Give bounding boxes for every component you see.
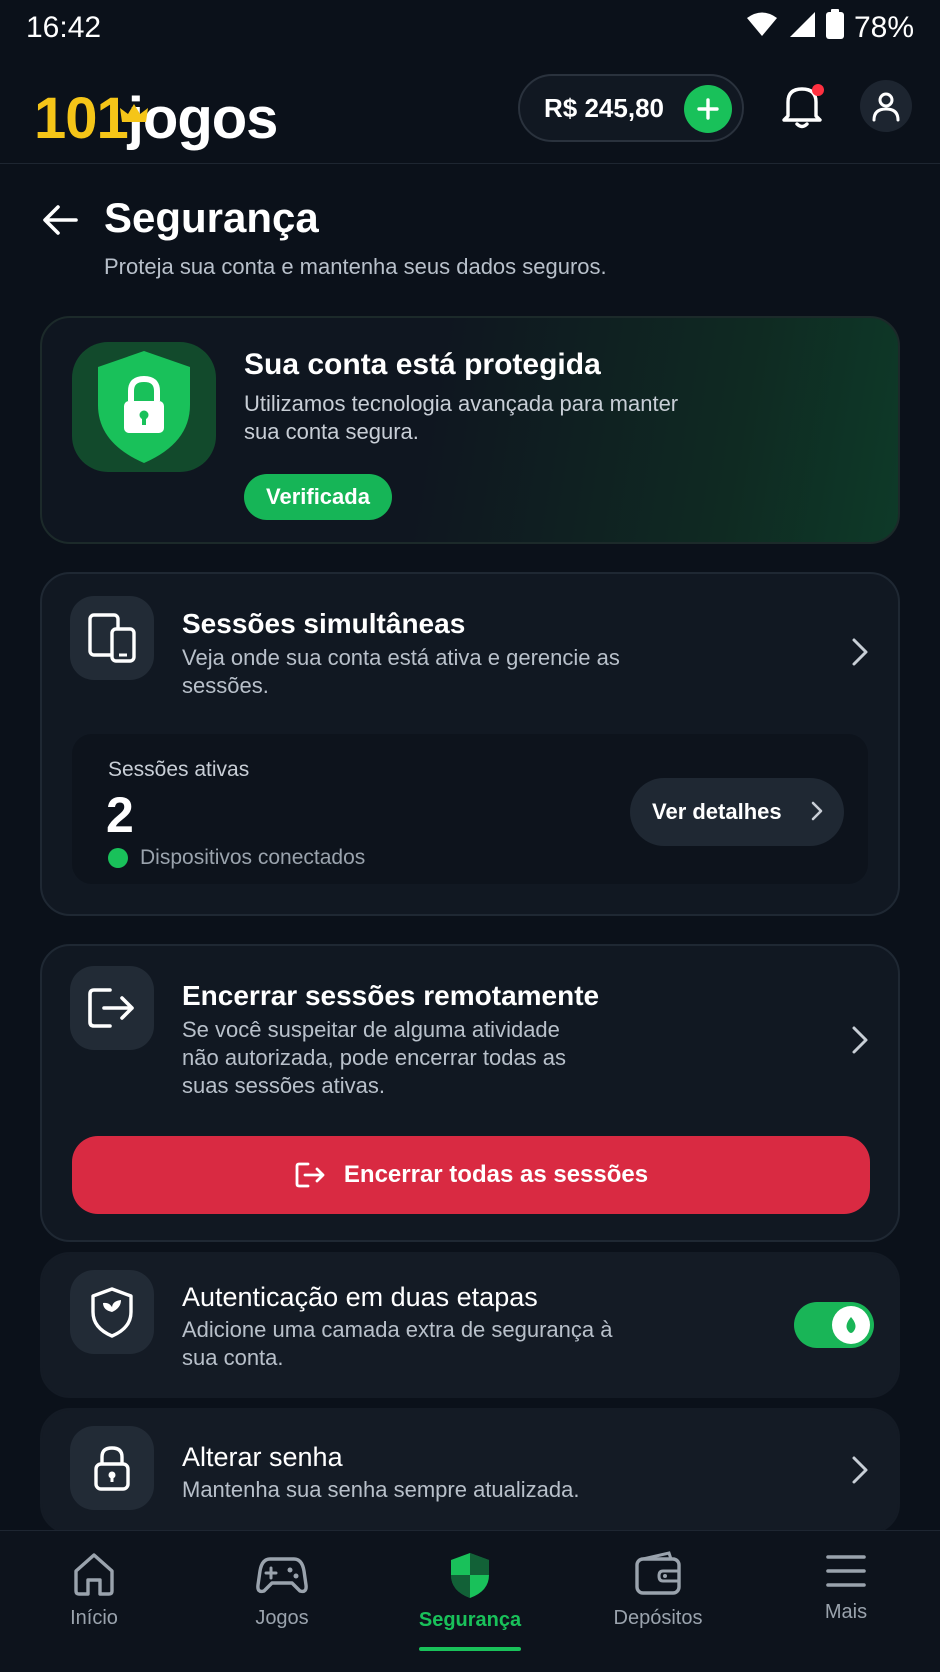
- end-all-sessions-label: Encerrar todas as sessões: [343, 1161, 649, 1188]
- chevron-right-icon: [852, 1456, 868, 1484]
- devices-icon-box: [70, 596, 154, 680]
- two-factor-toggle[interactable]: [794, 1302, 874, 1348]
- protection-status-card: Sua conta está protegida Utilizamos tecn…: [40, 316, 900, 544]
- chevron-right-icon: [852, 638, 868, 666]
- app-header: 101 jogos R$ 245,80: [0, 56, 940, 164]
- active-indicator: [419, 1647, 521, 1651]
- profile-button[interactable]: [860, 80, 912, 132]
- protection-title: Sua conta está protegida: [244, 348, 601, 381]
- arrow-left-icon: [43, 205, 78, 235]
- add-funds-button[interactable]: [684, 85, 732, 133]
- logout-icon: [295, 1162, 325, 1188]
- signal-icon: [788, 10, 816, 46]
- shield-icon-box: [70, 1270, 154, 1354]
- connected-status: Dispositivos conectados: [108, 846, 365, 870]
- lock-icon: [94, 1446, 130, 1491]
- status-bar: 16:42 78%: [0, 0, 940, 56]
- active-sessions-panel: Sessões ativas 2 Dispositivos conectados…: [72, 734, 868, 884]
- crown-icon: [120, 76, 148, 134]
- nav-label: Segurança: [418, 1609, 522, 1631]
- verified-badge: Verificada: [244, 474, 392, 520]
- logout-icon-box: [70, 966, 154, 1050]
- notifications-button[interactable]: [780, 82, 828, 134]
- remote-logout-card[interactable]: Encerrar sessões remotamente Se você sus…: [40, 944, 900, 1242]
- change-password-title: Alterar senha: [182, 1442, 343, 1472]
- battery-icon: [825, 9, 844, 47]
- shield-icon: [451, 1553, 489, 1598]
- leaf-icon: [846, 1317, 856, 1333]
- status-time: 16:42: [26, 11, 102, 44]
- devices-icon: [88, 613, 136, 663]
- toggle-knob: [832, 1306, 870, 1344]
- logout-icon: [88, 988, 134, 1028]
- nav-label: Início: [70, 1607, 118, 1629]
- gamepad-icon: [256, 1557, 308, 1594]
- balance-pill[interactable]: R$ 245,80: [518, 74, 744, 142]
- two-factor-card: Autenticação em duas etapas Adicione uma…: [40, 1252, 900, 1398]
- menu-icon: [826, 1555, 866, 1587]
- chevron-right-icon: [811, 801, 823, 821]
- back-button[interactable]: [40, 200, 84, 244]
- nav-label: Jogos: [255, 1607, 309, 1629]
- view-details-button[interactable]: Ver detalhes: [630, 778, 844, 846]
- lock-icon-box: [70, 1426, 154, 1510]
- shield-badge: [72, 342, 216, 472]
- sessions-card[interactable]: Sessões simultâneas Veja onde sua conta …: [40, 572, 900, 916]
- shield-lock-icon: [98, 351, 190, 463]
- nav-label: Depósitos: [613, 1607, 703, 1629]
- change-password-card[interactable]: Alterar senha Mantenha sua senha sempre …: [40, 1408, 900, 1534]
- change-password-description: Mantenha sua senha sempre atualizada.: [182, 1477, 580, 1502]
- sessions-description: Veja onde sua conta está ativa e gerenci…: [182, 645, 620, 698]
- home-icon: [74, 1553, 114, 1596]
- active-sessions-label: Sessões ativas: [108, 758, 250, 781]
- chevron-right-icon: [852, 1026, 868, 1054]
- nav-label: Mais: [824, 1601, 868, 1623]
- view-details-label: Ver detalhes: [652, 799, 782, 824]
- wallet-icon: [635, 1551, 681, 1595]
- two-factor-title: Autenticação em duas etapas: [182, 1282, 538, 1312]
- remote-logout-description: Se você suspeitar de alguma atividade nã…: [182, 1017, 567, 1098]
- wifi-icon: [746, 11, 778, 45]
- page-title: Segurança: [104, 194, 319, 241]
- remote-logout-title: Encerrar sessões remotamente: [182, 980, 600, 1011]
- protection-description: Utilizamos tecnologia avançada para mant…: [244, 391, 679, 444]
- logo-number: 101: [34, 86, 129, 151]
- app-logo[interactable]: 101 jogos: [34, 76, 279, 151]
- connected-status-text: Dispositivos conectados: [140, 846, 366, 869]
- nav-item-inicio[interactable]: Início: [0, 1531, 188, 1672]
- balance-amount: R$ 245,80: [544, 92, 664, 123]
- shield-leaf-icon: [91, 1287, 133, 1338]
- nav-item-depositos[interactable]: Depósitos: [564, 1531, 752, 1672]
- logo-text: jogos: [127, 86, 279, 151]
- notification-dot: [812, 84, 824, 96]
- user-icon: [872, 92, 900, 122]
- active-sessions-count: 2: [106, 787, 134, 843]
- end-all-sessions-button[interactable]: Encerrar todas as sessões: [72, 1136, 870, 1214]
- page-subtitle: Proteja sua conta e mantenha seus dados …: [104, 254, 607, 279]
- two-factor-description: Adicione uma camada extra de segurança à…: [182, 1317, 613, 1370]
- plus-icon: [697, 98, 719, 120]
- nav-item-mais[interactable]: Mais: [752, 1531, 940, 1672]
- nav-item-seguranca[interactable]: Segurança: [376, 1531, 564, 1672]
- status-dot: [108, 848, 128, 868]
- nav-item-jogos[interactable]: Jogos: [188, 1531, 376, 1672]
- battery-level: 78%: [853, 11, 914, 44]
- bottom-navigation: Início Jogos Segurança Depósitos Mais: [0, 1530, 940, 1672]
- sessions-title: Sessões simultâneas: [182, 608, 466, 639]
- status-icons: 78%: [746, 9, 914, 47]
